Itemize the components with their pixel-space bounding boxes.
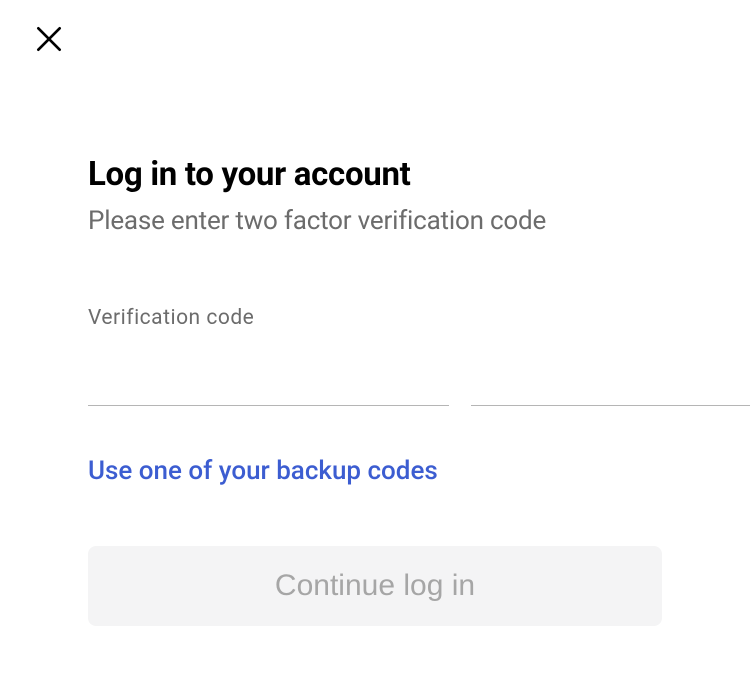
close-icon	[33, 23, 65, 59]
backup-codes-link[interactable]: Use one of your backup codes	[88, 456, 438, 486]
continue-login-button[interactable]: Continue log in	[88, 546, 662, 626]
page-subtitle: Please enter two factor verification cod…	[88, 206, 662, 236]
code-digit-2[interactable]	[471, 360, 750, 406]
verification-code-inputs	[88, 360, 662, 406]
page-title: Log in to your account	[88, 155, 662, 194]
verification-code-label: Verification code	[88, 306, 662, 330]
close-button[interactable]	[30, 22, 68, 60]
code-digit-1[interactable]	[88, 360, 449, 406]
login-form: Log in to your account Please enter two …	[0, 0, 750, 626]
